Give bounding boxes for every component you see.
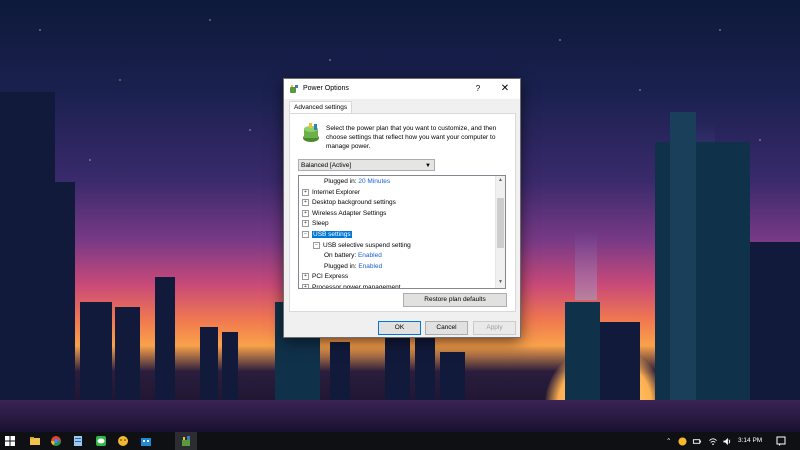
chrome-icon[interactable] bbox=[50, 435, 62, 447]
tree-item[interactable]: Plugged in: Enabled bbox=[324, 262, 382, 272]
notepad-icon[interactable] bbox=[72, 435, 84, 447]
clock[interactable]: 3:14 PM bbox=[738, 437, 762, 444]
collapse-icon[interactable]: − bbox=[302, 231, 309, 238]
chevron-up-icon[interactable]: ⌃ bbox=[666, 437, 671, 445]
wallpaper-light-beam bbox=[575, 230, 597, 300]
tree-item[interactable]: − USB selective suspend setting bbox=[313, 241, 411, 251]
wallpaper-building bbox=[600, 322, 640, 402]
restore-plan-defaults-button[interactable]: Restore plan defaults bbox=[403, 293, 507, 307]
tree-item-label: USB selective suspend setting bbox=[323, 241, 411, 249]
power-options-dialog: Power Options ? ✕ Advanced settings Sele… bbox=[283, 78, 521, 338]
wallpaper-waterfront bbox=[0, 400, 800, 432]
scroll-down-arrow-icon[interactable]: ▼ bbox=[496, 279, 505, 285]
tree-item-label: Processor power management bbox=[312, 284, 401, 289]
dialog-title: Power Options bbox=[303, 85, 349, 92]
wallpaper-building bbox=[565, 302, 600, 402]
wallpaper-building bbox=[415, 337, 435, 402]
expand-icon[interactable]: + bbox=[302, 273, 309, 281]
cancel-button[interactable]: Cancel bbox=[425, 321, 468, 335]
expand-icon[interactable]: + bbox=[302, 209, 309, 217]
wallpaper-building bbox=[115, 307, 140, 402]
wallpaper-building bbox=[750, 242, 800, 402]
wallpaper-building bbox=[80, 302, 112, 402]
tree-scrollbar[interactable]: ▲ ▼ bbox=[495, 176, 505, 288]
tree-item[interactable]: + Wireless Adapter Settings bbox=[302, 209, 386, 219]
tree-item[interactable]: + Processor power management bbox=[302, 283, 401, 289]
tree-item[interactable]: + PCI Express bbox=[302, 272, 348, 282]
tree-item-label: Plugged in: bbox=[324, 262, 357, 270]
tree-item-label: Internet Explorer bbox=[312, 188, 361, 196]
expand-icon[interactable]: + bbox=[302, 188, 309, 196]
tree-item[interactable]: + Desktop background settings bbox=[302, 198, 396, 208]
wallpaper-building bbox=[0, 92, 55, 402]
tree-item-label: On battery: bbox=[324, 252, 357, 260]
power-options-icon bbox=[290, 85, 298, 93]
tree-item[interactable]: + Internet Explorer bbox=[302, 188, 360, 198]
title-bar[interactable]: Power Options ? ✕ bbox=[284, 79, 520, 99]
plan-description: Select the power plan that you want to c… bbox=[326, 125, 497, 150]
collapse-icon[interactable]: − bbox=[313, 241, 320, 249]
tree-item[interactable]: − USB settings bbox=[302, 230, 352, 240]
tree-item-label: Plugged in: bbox=[324, 178, 357, 185]
emoji-tray-icon[interactable] bbox=[678, 437, 687, 446]
advanced-settings-panel: Select the power plan that you want to c… bbox=[289, 113, 516, 312]
notification-icon[interactable] bbox=[776, 436, 786, 446]
tree-item[interactable]: + Sleep bbox=[302, 219, 329, 229]
power-plan-value: Balanced [Active] bbox=[301, 162, 352, 169]
wallpaper-building bbox=[55, 182, 75, 402]
tree-item-label: PCI Express bbox=[312, 273, 349, 281]
tree-item-label: Sleep bbox=[312, 220, 329, 228]
emoji-app-icon[interactable] bbox=[117, 435, 129, 447]
wallpaper-building bbox=[440, 352, 465, 402]
power-options-taskbar-icon[interactable] bbox=[180, 435, 192, 447]
expand-icon[interactable]: + bbox=[302, 284, 309, 288]
tree-item-label: Desktop background settings bbox=[312, 199, 396, 207]
wallpaper-building bbox=[200, 327, 218, 402]
volume-icon[interactable] bbox=[722, 437, 732, 446]
taskbar: ⌃ 3:14 PM bbox=[0, 432, 800, 450]
tree-item[interactable]: On battery: Enabled bbox=[324, 251, 382, 261]
chevron-down-icon: ▼ bbox=[425, 163, 431, 169]
tree-item[interactable]: Plugged in: 20 Minutes bbox=[324, 177, 390, 187]
power-plan-dropdown[interactable]: Balanced [Active] ▼ bbox=[298, 159, 435, 171]
windows-start-icon[interactable] bbox=[4, 435, 16, 447]
settings-tree[interactable]: ▲ ▼ Plugged in: 20 Minutes + Internet Expl… bbox=[298, 175, 506, 289]
power-plan-icon bbox=[303, 123, 319, 142]
scrollbar-thumb[interactable] bbox=[497, 198, 504, 248]
file-explorer-icon[interactable] bbox=[29, 435, 41, 447]
wallpaper-building bbox=[222, 332, 238, 402]
expand-icon[interactable]: + bbox=[302, 220, 309, 228]
line-app-icon[interactable] bbox=[95, 435, 107, 447]
tree-item-label: Wireless Adapter Settings bbox=[312, 209, 387, 217]
close-button[interactable]: ✕ bbox=[497, 82, 513, 96]
ok-button[interactable]: OK bbox=[378, 321, 421, 335]
tree-item-value[interactable]: Enabled bbox=[358, 263, 382, 270]
wallpaper-building bbox=[330, 342, 350, 402]
power-plug-icon[interactable] bbox=[692, 437, 702, 446]
tree-item-value[interactable]: 20 Minutes bbox=[358, 178, 390, 185]
wallpaper-building bbox=[155, 277, 175, 402]
tree-item-label: USB settings bbox=[312, 231, 352, 238]
tree-item-value[interactable]: Enabled bbox=[358, 252, 382, 259]
help-button[interactable]: ? bbox=[470, 82, 486, 96]
apply-button: Apply bbox=[473, 321, 516, 335]
expand-icon[interactable]: + bbox=[302, 199, 309, 207]
wallpaper-building bbox=[670, 112, 696, 402]
store-icon[interactable] bbox=[140, 435, 152, 447]
scroll-up-arrow-icon[interactable]: ▲ bbox=[496, 177, 505, 183]
wifi-icon[interactable] bbox=[708, 437, 718, 446]
